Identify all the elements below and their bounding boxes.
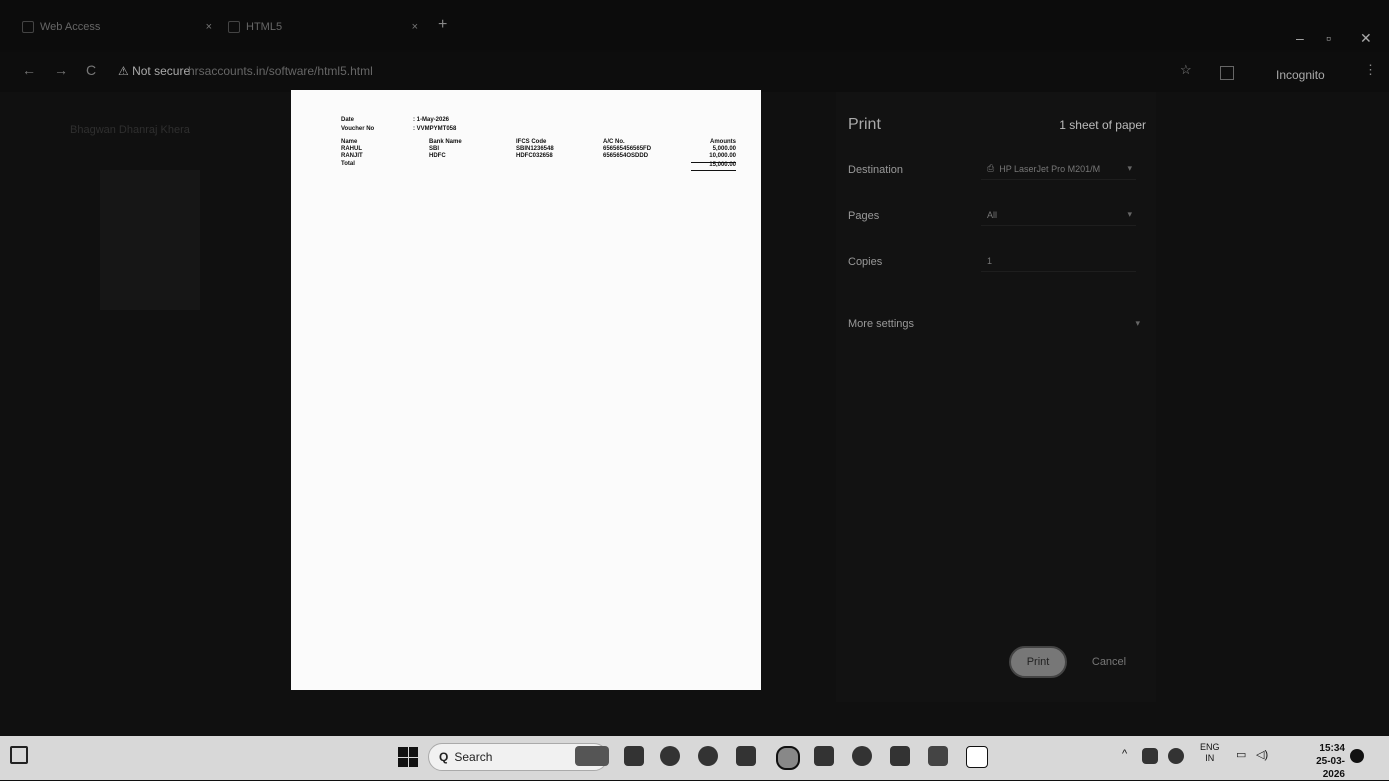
sidepanel-icon[interactable] (1220, 66, 1234, 80)
chevron-down-icon: ▾ (1135, 318, 1140, 328)
total-value: 15,000.00 (709, 162, 736, 168)
menu-icon[interactable]: ⋮ (1364, 62, 1377, 78)
row2-account: 6565654OSDDD (603, 153, 649, 159)
tray-chevron-icon[interactable]: ^ (1122, 748, 1127, 760)
total-label: Total (341, 161, 355, 167)
clock-date: 25-03-2026 (1316, 756, 1345, 780)
reload-icon[interactable]: C (86, 62, 96, 78)
clock[interactable]: 15:34 25-03-2026 (1297, 742, 1345, 781)
search-highlight-icon[interactable] (575, 746, 609, 766)
maximize-icon[interactable]: ▫ (1326, 30, 1331, 46)
header-amounts: Amounts (710, 139, 736, 145)
tab-close-icon[interactable]: × (412, 21, 418, 33)
edge-icon[interactable] (698, 746, 718, 766)
row2-bank: HDFC (429, 153, 446, 159)
print-preview-page: Date : 1-May-2026 Voucher No : VVMPYMT05… (291, 90, 761, 690)
header-name: Name (341, 139, 358, 145)
taskbar: Q Search ^ ENG IN ▭ ◁) 15:34 25-03-2026 (0, 736, 1389, 780)
new-tab-icon[interactable]: + (438, 16, 447, 34)
date-value: : 1-May-2026 (413, 117, 450, 123)
not-secure-label[interactable]: ⚠ Not secure (118, 64, 190, 78)
print-button[interactable]: Print (1009, 646, 1067, 678)
more-settings-toggle[interactable]: More settings ▾ (848, 318, 1144, 330)
chrome-icon[interactable] (776, 746, 800, 770)
tab-html5[interactable]: HTML5 × (228, 14, 428, 40)
tab-bar: Web Access × HTML5 × + – ▫ ✕ (0, 0, 1389, 52)
search-placeholder: Search (454, 750, 493, 764)
mail-icon[interactable] (736, 746, 756, 766)
row2-amount: 10,000.00 (709, 153, 736, 159)
page-heading: Bhagwan Dhanraj Khera (70, 124, 190, 136)
row1-bank: SBI (429, 146, 440, 152)
date-label: Date (341, 117, 355, 123)
start-windows-icon[interactable] (398, 747, 418, 767)
url-field[interactable]: hrsaccounts.in/software/html5.html (188, 64, 373, 78)
volume-icon[interactable]: ◁) (1256, 748, 1268, 761)
task-view-icon[interactable] (624, 746, 644, 766)
destination-value: HP LaserJet Pro M201/M (999, 163, 1101, 174)
widgets-icon[interactable] (10, 746, 28, 764)
network-icon[interactable]: ▭ (1236, 748, 1246, 761)
pages-label: Pages (848, 210, 880, 222)
destination-label: Destination (848, 164, 904, 176)
chevron-down-icon: ▾ (1127, 163, 1132, 173)
chat-icon[interactable] (660, 746, 680, 766)
minimize-icon[interactable]: – (1296, 30, 1304, 46)
pages-value: All (987, 209, 998, 220)
tab-web-access[interactable]: Web Access × (22, 14, 222, 40)
tab-favicon-icon (228, 21, 240, 33)
row2-ifsc: HDFC032658 (516, 153, 553, 159)
row1-amount: 5,000.00 (712, 146, 736, 152)
notification-icon[interactable] (1350, 749, 1364, 763)
chevron-down-icon: ▾ (1127, 209, 1132, 219)
page-content-block (100, 170, 200, 310)
cancel-button[interactable]: Cancel (1080, 646, 1138, 678)
row2-name: RANJIT (341, 153, 363, 159)
row1-name: RAHUL (341, 146, 362, 152)
header-ifsc: IFCS Code (516, 139, 547, 145)
forward-icon[interactable]: → (54, 62, 68, 78)
tab-label: Web Access (40, 21, 101, 33)
header-bank-name: Bank Name (429, 139, 462, 145)
row1-account: 656565456565FD (603, 146, 652, 152)
voucher-no-value: : VVMPYMT058 (413, 126, 457, 132)
tab-favicon-icon (22, 21, 34, 33)
tab-close-icon[interactable]: × (206, 21, 212, 33)
copies-input[interactable]: 1 (981, 250, 1136, 272)
header-account: A/C No. (603, 139, 625, 145)
sheet-count: 1 sheet of paper (1059, 118, 1146, 132)
notepad-icon[interactable] (966, 746, 988, 768)
file-explorer-icon[interactable] (928, 746, 948, 766)
outlook-icon[interactable] (814, 746, 834, 766)
copies-value: 1 (987, 255, 993, 266)
close-window-icon[interactable]: ✕ (1360, 30, 1372, 47)
print-title: Print (848, 116, 881, 133)
language-code: ENG (1200, 742, 1220, 752)
pages-select[interactable]: All ▾ (981, 204, 1136, 226)
incognito-label[interactable]: Incognito (1276, 68, 1325, 82)
app-icon[interactable] (852, 746, 872, 766)
tab-label: HTML5 (246, 21, 283, 33)
row1-ifsc: SBIN1236548 (516, 146, 554, 152)
voucher-no-label: Voucher No (341, 126, 375, 132)
printer-icon: ⎙ (987, 163, 995, 173)
region-code: IN (1205, 753, 1215, 763)
search-icon: Q (439, 750, 449, 764)
copies-label: Copies (848, 256, 883, 268)
back-icon[interactable]: ← (22, 62, 36, 78)
address-bar: ← → C ⚠ Not secure hrsaccounts.in/softwa… (0, 52, 1389, 92)
print-settings-panel: Print 1 sheet of paper Destination ⎙ HP … (836, 92, 1156, 702)
bookmark-star-icon[interactable]: ☆ (1180, 62, 1192, 78)
destination-select[interactable]: ⎙ HP LaserJet Pro M201/M ▾ (981, 158, 1136, 180)
clock-time: 15:34 (1319, 743, 1345, 754)
language-indicator[interactable]: ENG IN (1200, 742, 1220, 764)
more-settings-label: More settings (848, 318, 915, 330)
word-icon[interactable] (890, 746, 910, 766)
tray-sync-icon[interactable] (1168, 748, 1184, 764)
tray-app-icon[interactable] (1142, 748, 1158, 764)
